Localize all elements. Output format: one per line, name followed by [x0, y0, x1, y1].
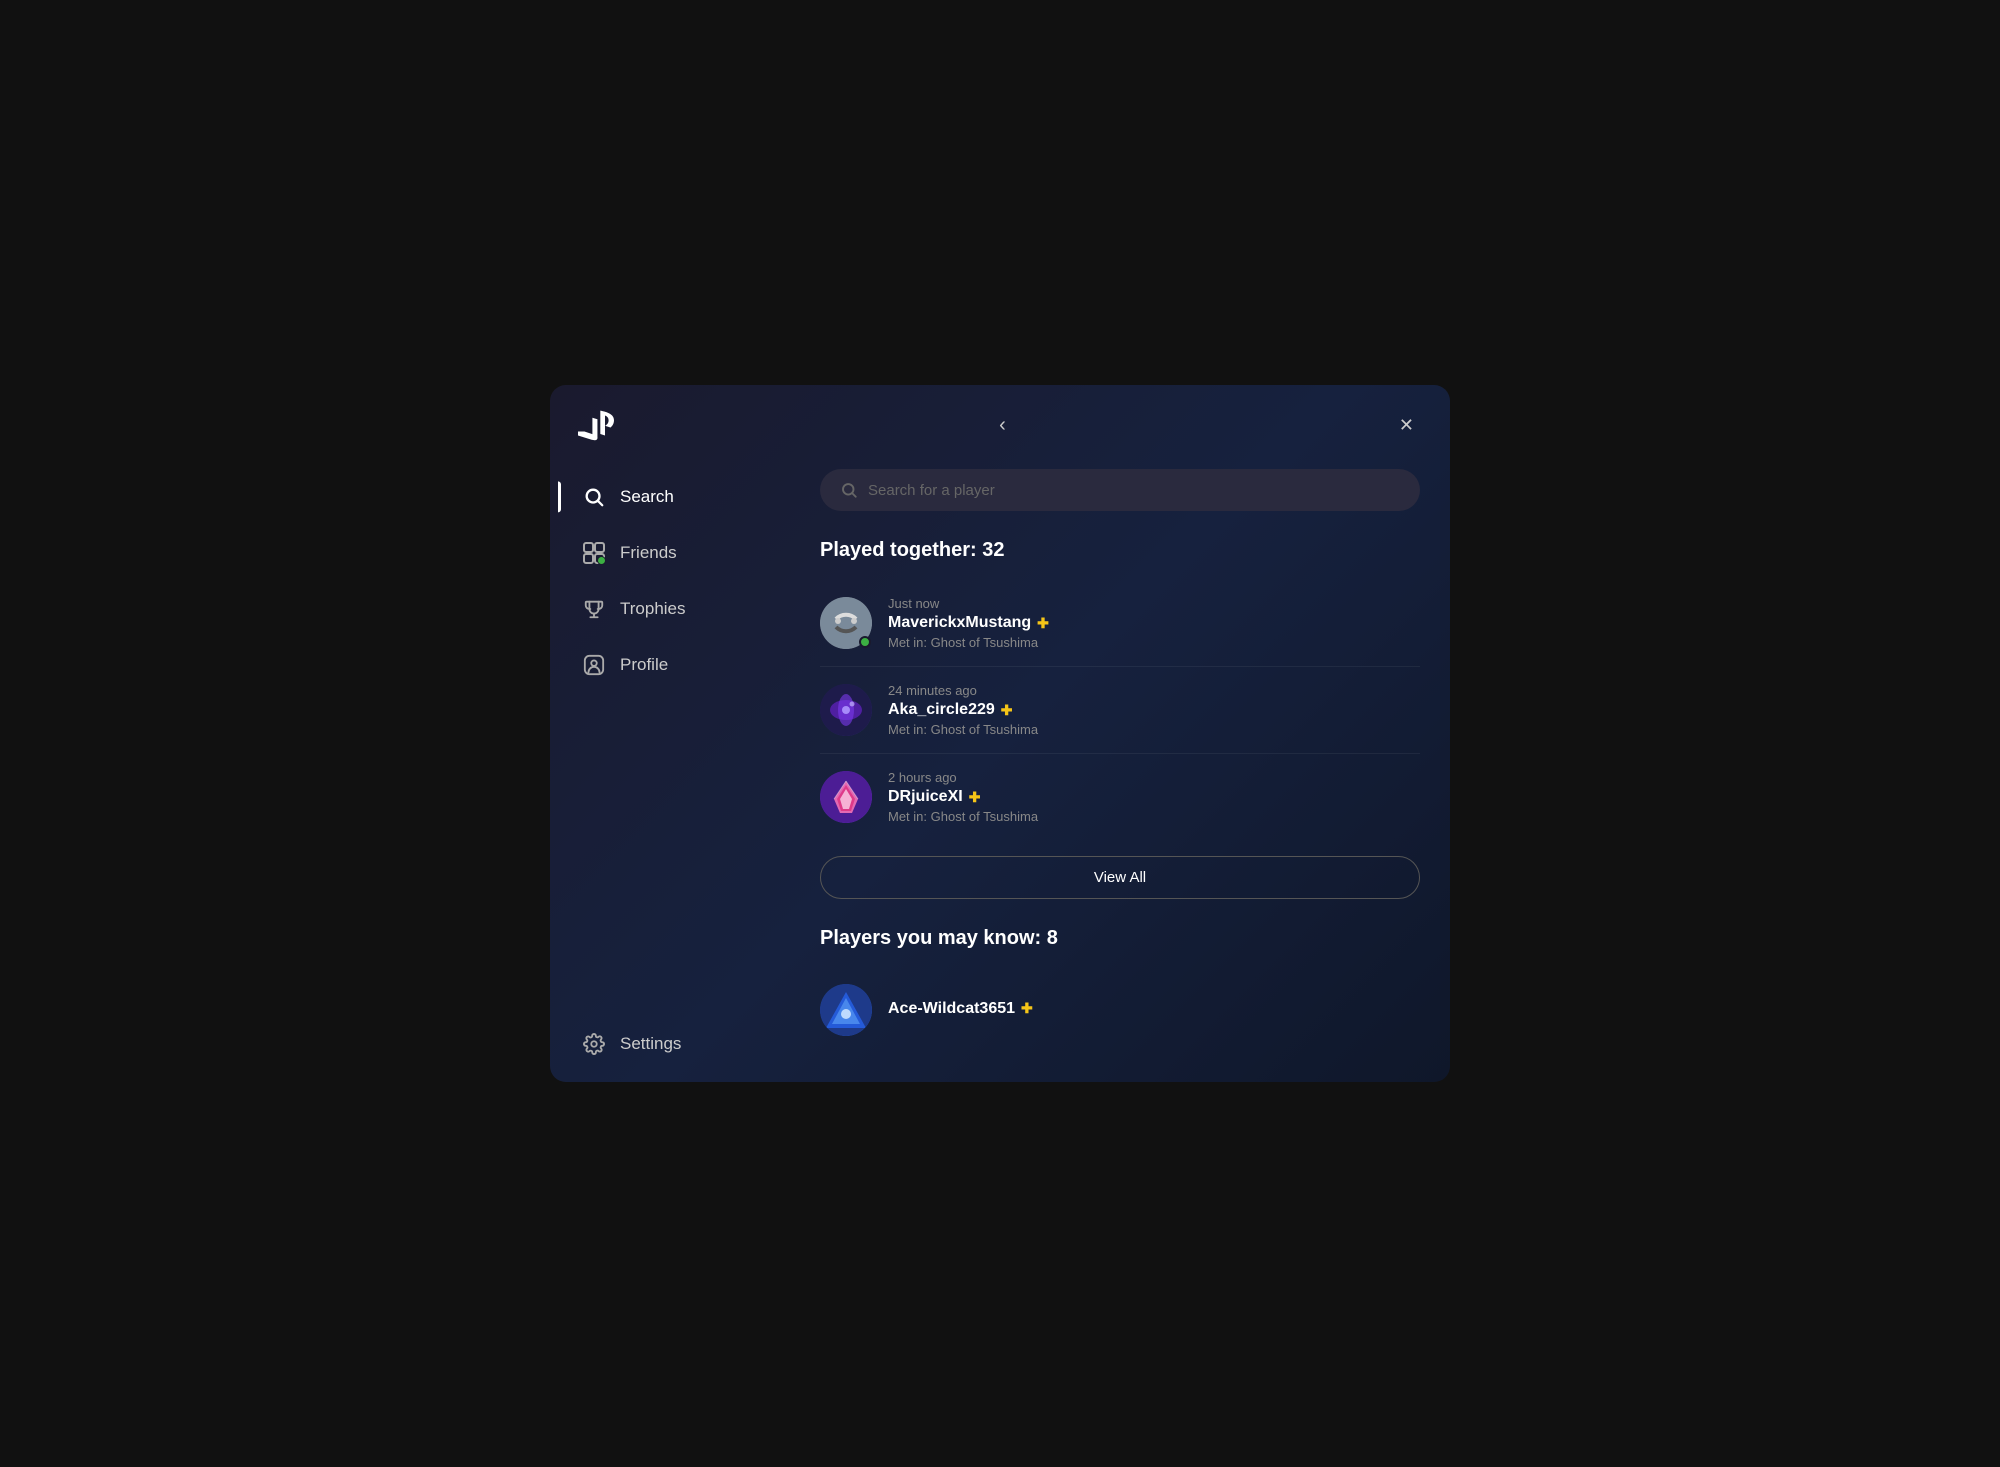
player-time: 24 minutes ago	[888, 683, 1420, 698]
player-name: Aka_circle229 ✚	[888, 701, 1420, 719]
avatar-wrap	[820, 771, 872, 823]
sidebar-item-search[interactable]: Search	[558, 471, 782, 523]
avatar	[820, 984, 872, 1036]
player-item[interactable]: 2 hours ago DRjuiceXI ✚ Met in: Ghost of…	[820, 754, 1420, 840]
sidebar-item-settings[interactable]: Settings	[558, 1018, 782, 1070]
player-item[interactable]: 24 minutes ago Aka_circle229 ✚ Met in: G…	[820, 667, 1420, 754]
player-time: Just now	[888, 596, 1420, 611]
main-content: Played together: 32	[790, 459, 1450, 1082]
psplus-icon: ✚	[1001, 702, 1013, 719]
may-know-section: Players you may know: 8	[820, 927, 1420, 1052]
search-icon	[582, 485, 606, 509]
search-bar-icon	[840, 481, 858, 499]
trophy-icon	[582, 597, 606, 621]
playstation-logo	[578, 407, 614, 443]
close-button[interactable]: ✕	[1391, 411, 1422, 440]
avatar	[820, 684, 872, 736]
sidebar-label-search: Search	[620, 487, 674, 507]
player-info: 24 minutes ago Aka_circle229 ✚ Met in: G…	[888, 683, 1420, 737]
settings-icon	[582, 1032, 606, 1056]
avatar	[820, 771, 872, 823]
search-input[interactable]	[868, 482, 1400, 499]
played-together-list: Just now MaverickxMustang ✚ Met in: Ghos…	[820, 580, 1420, 840]
app-window: ‹ ✕ Search	[550, 385, 1450, 1082]
titlebar: ‹ ✕	[550, 385, 1450, 459]
player-name: MaverickxMustang ✚	[888, 614, 1420, 632]
player-info: 2 hours ago DRjuiceXI ✚ Met in: Ghost of…	[888, 770, 1420, 824]
player-time: 2 hours ago	[888, 770, 1420, 785]
avatar-wrap	[820, 984, 872, 1036]
online-indicator	[859, 636, 871, 648]
psplus-icon: ✚	[1021, 1000, 1033, 1017]
may-know-title: Players you may know: 8	[820, 927, 1420, 950]
main-layout: Search Friends	[550, 459, 1450, 1082]
played-together-section: Played together: 32	[820, 539, 1420, 927]
friends-online-dot	[597, 556, 606, 565]
player-met: Met in: Ghost of Tsushima	[888, 809, 1420, 824]
avatar-wrap	[820, 597, 872, 649]
friends-icon	[582, 541, 606, 565]
player-item[interactable]: Ace-Wildcat3651 ✚	[820, 968, 1420, 1052]
sidebar-label-friends: Friends	[620, 543, 677, 563]
player-met: Met in: Ghost of Tsushima	[888, 722, 1420, 737]
search-bar	[820, 469, 1420, 511]
sidebar-item-profile[interactable]: Profile	[558, 639, 782, 691]
sidebar-item-trophies[interactable]: Trophies	[558, 583, 782, 635]
player-name: DRjuiceXI ✚	[888, 788, 1420, 806]
psplus-icon: ✚	[1037, 615, 1049, 632]
sidebar-label-profile: Profile	[620, 655, 668, 675]
profile-icon	[582, 653, 606, 677]
player-item[interactable]: Just now MaverickxMustang ✚ Met in: Ghos…	[820, 580, 1420, 667]
sidebar-item-friends[interactable]: Friends	[558, 527, 782, 579]
sidebar-label-trophies: Trophies	[620, 599, 686, 619]
player-met: Met in: Ghost of Tsushima	[888, 635, 1420, 650]
player-info: Ace-Wildcat3651 ✚	[888, 1000, 1420, 1021]
player-name: Ace-Wildcat3651 ✚	[888, 1000, 1420, 1018]
player-info: Just now MaverickxMustang ✚ Met in: Ghos…	[888, 596, 1420, 650]
view-all-button[interactable]: View All	[820, 856, 1420, 899]
avatar-wrap	[820, 684, 872, 736]
sidebar: Search Friends	[550, 459, 790, 1082]
psplus-icon: ✚	[969, 789, 981, 806]
back-button[interactable]: ‹	[991, 410, 1014, 441]
may-know-list: Ace-Wildcat3651 ✚	[820, 968, 1420, 1052]
played-together-title: Played together: 32	[820, 539, 1420, 562]
sidebar-label-settings: Settings	[620, 1034, 681, 1054]
